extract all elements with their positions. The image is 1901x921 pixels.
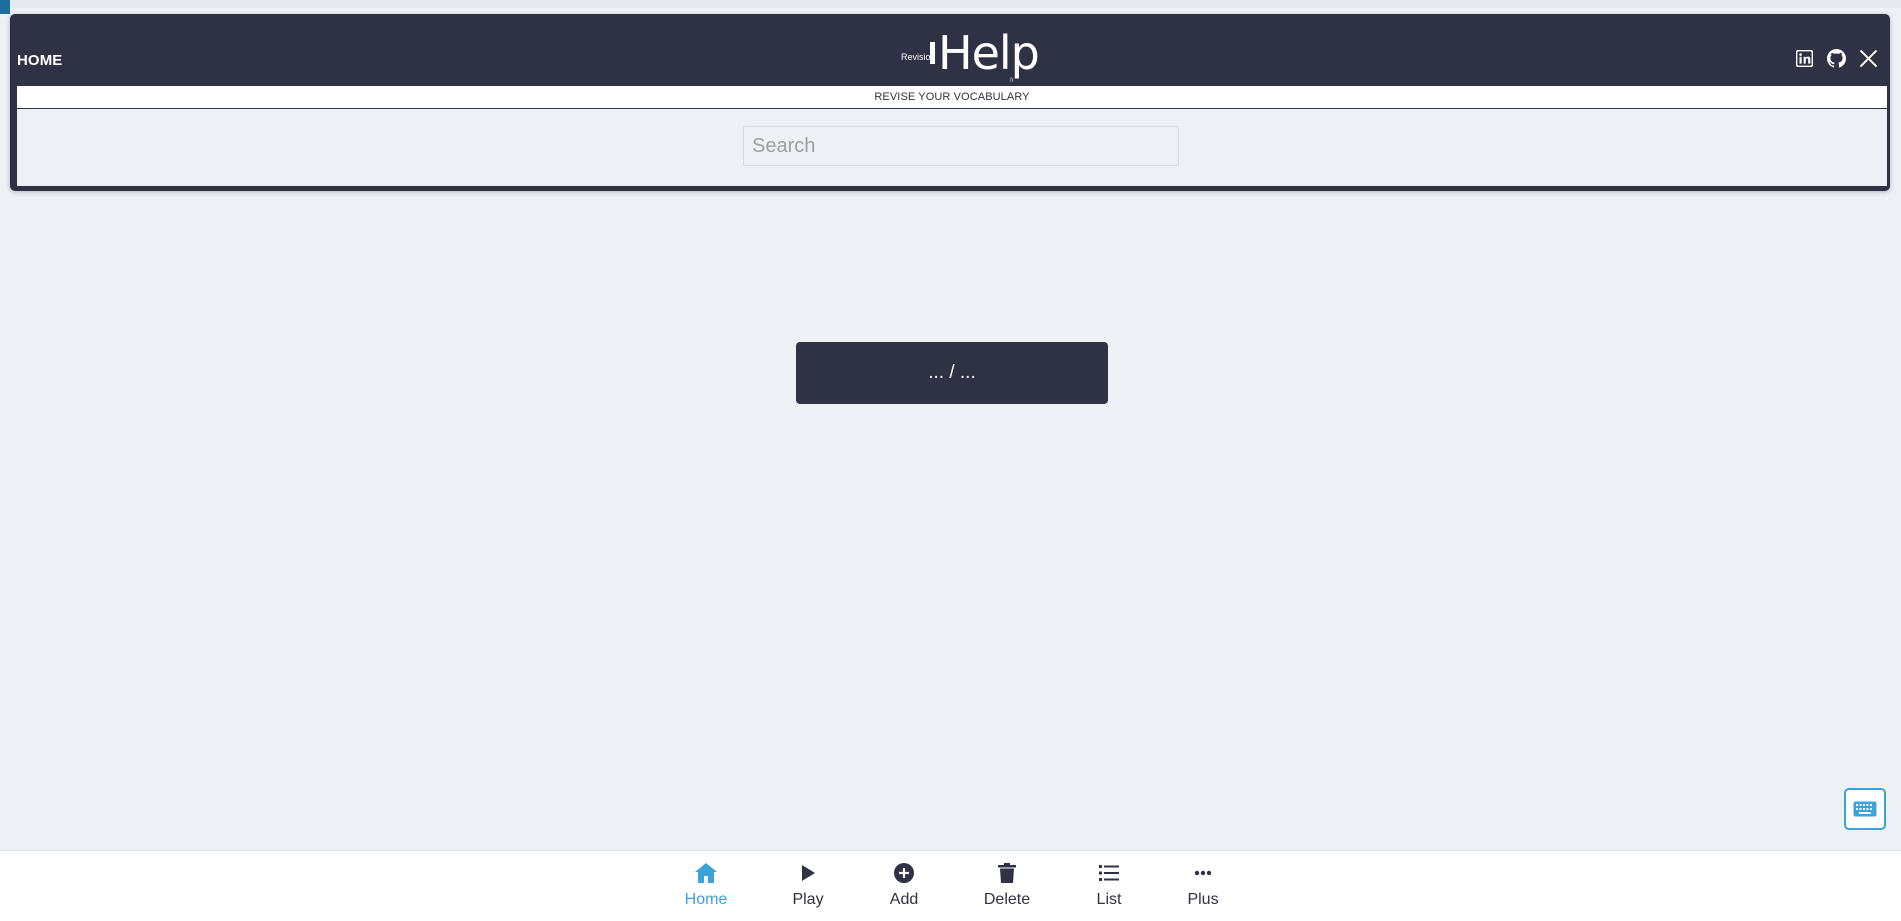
more-icon [1194, 861, 1212, 885]
nav-play[interactable]: Play [768, 861, 848, 917]
progress-counter: ... / ... [796, 342, 1108, 404]
nav-label: List [1096, 891, 1122, 908]
nav-delete[interactable]: Delete [967, 861, 1047, 917]
keyboard-toggle-button[interactable] [1844, 788, 1886, 830]
search-area [17, 109, 1887, 186]
subtitle-bar: REVISE YOUR VOCABULARY [17, 86, 1887, 108]
app-header: HOME Revision Help fr REVISE YOUR VOCABU… [10, 14, 1890, 191]
x-icon[interactable] [1858, 48, 1878, 68]
logo-big-text: Help [938, 26, 1040, 80]
nav-label: Delete [983, 891, 1031, 908]
social-links [1794, 48, 1878, 68]
linkedin-icon[interactable] [1794, 48, 1814, 68]
search-input[interactable] [743, 126, 1179, 166]
app-logo[interactable]: Revision Help fr [890, 28, 1040, 84]
keyboard-icon [1853, 801, 1877, 817]
logo-tiny-text: fr [1010, 78, 1014, 84]
nav-add[interactable]: Add [864, 861, 944, 917]
nav-label: Play [792, 891, 824, 908]
nav-plus[interactable]: Plus [1163, 861, 1243, 917]
page-title[interactable]: HOME [17, 52, 62, 69]
logo-bar [930, 42, 935, 64]
nav-label: Home [684, 891, 728, 908]
home-icon [694, 861, 718, 885]
nav-label: Add [889, 891, 919, 908]
play-icon [800, 861, 816, 885]
list-icon [1099, 861, 1119, 885]
nav-label: Plus [1187, 891, 1219, 908]
nav-home[interactable]: Home [666, 861, 746, 917]
add-icon [894, 861, 914, 885]
github-icon[interactable] [1826, 48, 1846, 68]
top-strip [0, 0, 1901, 14]
bottom-navigation: Home Play Add Delete List Plus [0, 850, 1901, 921]
nav-list[interactable]: List [1069, 861, 1149, 917]
trash-icon [998, 861, 1016, 885]
